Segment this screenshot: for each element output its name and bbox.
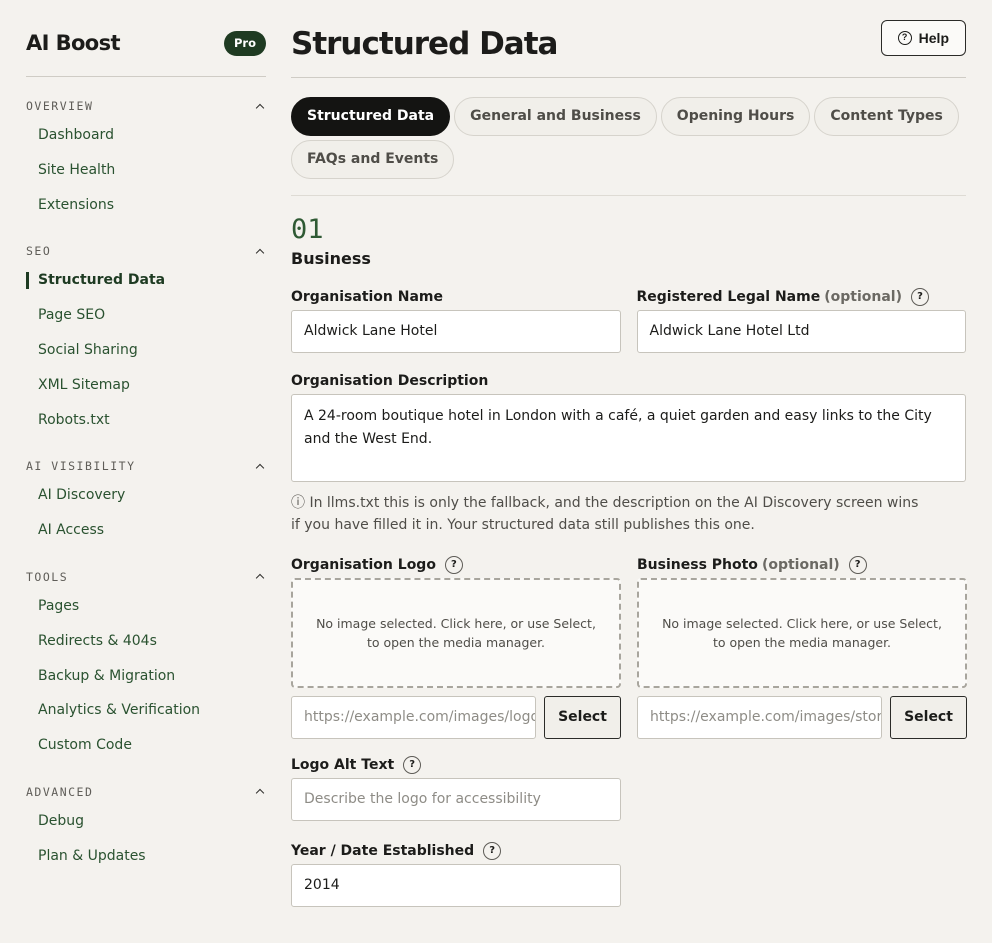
tab-general-business[interactable]: General and Business [454, 97, 657, 136]
optional-tag: (optional) [824, 289, 902, 305]
sidebar-item-site-health[interactable]: Site Health [26, 153, 266, 188]
group-title: OVERVIEW [26, 99, 94, 113]
description-label: Organisation Description [291, 370, 966, 392]
logo-field: Organisation Logo ? No image selected. C… [291, 554, 621, 739]
tab-structured-data[interactable]: Structured Data [291, 97, 451, 136]
help-tooltip-icon[interactable]: ? [910, 288, 929, 306]
sidebar-item-plan-updates[interactable]: Plan & Updates [26, 839, 266, 874]
label-text: Organisation Logo [291, 557, 436, 573]
page-title: Structured Data [291, 25, 558, 62]
photo-select-button[interactable]: Select [890, 696, 967, 739]
chevron-up-icon [255, 789, 265, 798]
established-field: Year / Date Established ? 2014 [291, 840, 621, 907]
org-name-input[interactable]: Aldwick Lane Hotel [291, 310, 621, 353]
chevron-up-icon [255, 248, 265, 258]
logo-dropzone[interactable]: No image selected. Click here, or use Se… [291, 578, 621, 688]
description-note: ⓘ In llms.txt this is only the fallback,… [291, 495, 919, 533]
tab-faqs-events[interactable]: FAQs and Events [291, 140, 455, 179]
logo-alt-label: Logo Alt Text ? [291, 754, 621, 776]
label-text: Organisation Name [291, 289, 444, 305]
label-text: Organisation Description [291, 373, 489, 389]
group-toggle-advanced[interactable]: ADVANCED [26, 780, 266, 804]
help-button-label: Help [918, 29, 949, 46]
page-header: Structured Data ? Help [291, 0, 966, 78]
help-tooltip-icon[interactable]: ? [483, 842, 502, 860]
org-name-field: Organisation Name Aldwick Lane Hotel [291, 286, 621, 353]
logo-url-row: https://example.com/images/logo.png Sele… [291, 696, 621, 739]
logo-select-button[interactable]: Select [544, 696, 621, 739]
logo-alt-input[interactable]: Describe the logo for accessibility [291, 778, 621, 821]
chevron-up-icon [255, 103, 265, 112]
nav-group-ai-visibility: AI VISIBILITY AI Discovery AI Access [26, 454, 266, 548]
sidebar-item-page-seo[interactable]: Page SEO [26, 298, 266, 333]
brand-row: AI Boost Pro [26, 0, 266, 77]
group-toggle-tools[interactable]: TOOLS [26, 565, 266, 589]
group-toggle-ai-visibility[interactable]: AI VISIBILITY [26, 454, 266, 478]
established-label: Year / Date Established ? [291, 840, 621, 862]
photo-label: Business Photo (optional) ? [637, 554, 967, 576]
sidebar-item-ai-access[interactable]: AI Access [26, 513, 266, 548]
photo-dropzone[interactable]: No image selected. Click here, or use Se… [637, 578, 967, 688]
description-textarea[interactable]: A 24-room boutique hotel in London with … [291, 394, 966, 482]
sidebar-item-extensions[interactable]: Extensions [26, 188, 266, 223]
sidebar-item-custom-code[interactable]: Custom Code [26, 728, 266, 763]
label-text: Year / Date Established [291, 843, 475, 859]
sidebar-item-xml-sitemap[interactable]: XML Sitemap [26, 368, 266, 403]
help-tooltip-icon[interactable]: ? [403, 756, 422, 774]
photo-field: Business Photo (optional) ? No image sel… [637, 554, 967, 739]
group-toggle-seo[interactable]: SEO [26, 239, 266, 263]
label-text: Business Photo [637, 557, 758, 573]
images-row: Organisation Logo ? No image selected. C… [291, 554, 967, 739]
chevron-up-icon [255, 574, 265, 583]
legal-name-input[interactable]: Aldwick Lane Hotel Ltd [636, 310, 966, 353]
tab-content-types[interactable]: Content Types [814, 97, 959, 136]
help-button[interactable]: ? Help [880, 19, 966, 56]
nav-group-seo: SEO Structured Data Page SEO Social Shar… [26, 239, 266, 437]
logo-label: Organisation Logo ? [291, 554, 621, 576]
group-title: TOOLS [26, 569, 69, 584]
label-text: Registered Legal Name [636, 289, 821, 305]
sidebar-item-debug[interactable]: Debug [26, 804, 266, 839]
section-number: 01 [291, 214, 324, 245]
photo-url-row: https://example.com/images/storefront.jp… [637, 696, 967, 739]
optional-tag: (optional) [761, 557, 840, 573]
nav-group-tools: TOOLS Pages Redirects & 404s Backup & Mi… [26, 565, 266, 763]
tab-bar: Structured Data General and Business Ope… [291, 78, 966, 196]
chevron-up-icon [255, 463, 265, 473]
sidebar-item-pages[interactable]: Pages [26, 589, 266, 624]
help-circle-icon: ? [897, 30, 912, 45]
logo-alt-field: Logo Alt Text ? Describe the logo for ac… [291, 754, 621, 821]
sidebar-item-structured-data[interactable]: Structured Data [26, 263, 266, 298]
logo-url-input[interactable]: https://example.com/images/logo.png [291, 696, 536, 739]
sidebar-item-backup-migration[interactable]: Backup & Migration [26, 659, 266, 694]
legal-name-label: Registered Legal Name (optional) ? [637, 286, 967, 308]
sidebar-item-ai-discovery[interactable]: AI Discovery [26, 478, 266, 513]
nav-group-overview: OVERVIEW Dashboard Site Health Extension… [26, 94, 266, 222]
main-content: Structured Data ? Help Structured Data G… [291, 0, 967, 907]
legal-name-field: Registered Legal Name (optional) ? Aldwi… [636, 286, 967, 353]
sidebar-item-social-sharing[interactable]: Social Sharing [26, 333, 266, 368]
org-name-label: Organisation Name [291, 286, 621, 308]
brand-name: AI Boost [26, 31, 121, 55]
photo-url-input[interactable]: https://example.com/images/storefront.jp… [637, 696, 882, 739]
help-tooltip-icon[interactable]: ? [848, 556, 867, 574]
sidebar-item-analytics-verification[interactable]: Analytics & Verification [26, 693, 266, 728]
nav-group-advanced: ADVANCED Debug Plan & Updates [26, 780, 266, 874]
label-text: Logo Alt Text [291, 757, 395, 773]
group-title: SEO [26, 244, 52, 259]
pro-badge: Pro [223, 30, 266, 56]
sidebar-item-redirects[interactable]: Redirects & 404s [26, 624, 266, 659]
names-row: Organisation Name Aldwick Lane Hotel Reg… [291, 286, 966, 353]
description-field: Organisation Description A 24-room bouti… [291, 370, 966, 536]
help-tooltip-icon[interactable]: ? [444, 556, 463, 574]
group-title: ADVANCED [26, 784, 94, 799]
section-title: Business [291, 249, 371, 268]
tab-opening-hours[interactable]: Opening Hours [660, 97, 811, 136]
sidebar-item-robots-txt[interactable]: Robots.txt [26, 403, 266, 438]
sidebar: AI Boost Pro OVERVIEW Dashboard Site Hea… [26, 0, 266, 874]
sidebar-item-dashboard[interactable]: Dashboard [26, 118, 266, 153]
group-title: AI VISIBILITY [26, 459, 136, 474]
group-toggle-overview[interactable]: OVERVIEW [26, 94, 266, 118]
established-input[interactable]: 2014 [291, 864, 621, 907]
